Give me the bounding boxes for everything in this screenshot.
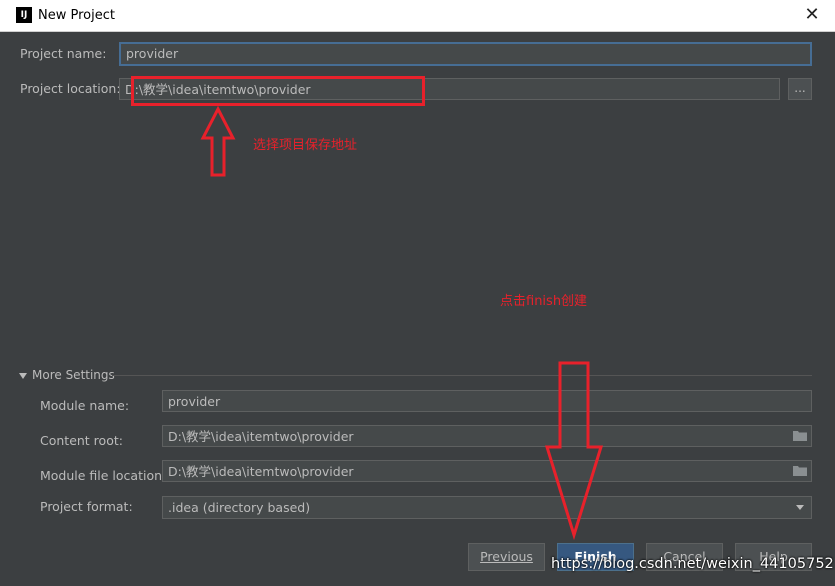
collapse-triangle-icon — [19, 372, 27, 379]
module-file-location-value: D:\教学\idea\itemtwo\provider — [168, 464, 354, 479]
module-file-location-label: Module file location: — [40, 468, 167, 483]
project-format-label: Project format: — [40, 499, 133, 514]
project-name-label: Project name: — [20, 46, 107, 61]
module-file-location-input[interactable]: D:\教学\idea\itemtwo\provider — [162, 460, 812, 482]
project-name-input[interactable]: provider — [119, 42, 812, 66]
content-root-label: Content root: — [40, 433, 123, 448]
folder-icon[interactable] — [793, 465, 807, 476]
previous-label: Previous — [480, 549, 533, 564]
project-location-label: Project location: — [20, 81, 121, 96]
title-bar: IJ New Project ✕ — [0, 0, 835, 32]
annotation-location-note: 选择项目保存地址 — [253, 138, 358, 153]
annotation-finish-note: 点击finish创建 — [500, 294, 588, 309]
browse-location-button[interactable]: ... — [788, 78, 812, 100]
settings-separator — [112, 375, 812, 376]
folder-icon[interactable] — [793, 430, 807, 441]
watermark-url: https://blog.csdn.net/weixin_44105752 — [551, 556, 834, 572]
content-root-value: D:\教学\idea\itemtwo\provider — [168, 429, 354, 444]
project-format-value: .idea (directory based) — [168, 500, 311, 515]
intellij-app-icon: IJ — [16, 7, 32, 23]
close-icon[interactable]: ✕ — [802, 4, 822, 26]
annotation-down-arrow-icon — [544, 361, 604, 540]
chevron-down-icon — [796, 505, 804, 510]
module-name-input[interactable]: provider — [162, 390, 812, 412]
window-title: New Project — [38, 8, 115, 23]
annotation-highlight-box — [131, 76, 425, 106]
annotation-up-arrow-icon — [200, 106, 236, 177]
more-settings-label: More Settings — [32, 368, 115, 382]
project-format-select[interactable]: .idea (directory based) — [162, 496, 812, 519]
module-name-label: Module name: — [40, 398, 130, 413]
more-settings-toggle[interactable]: More Settings — [19, 368, 115, 382]
content-root-input[interactable]: D:\教学\idea\itemtwo\provider — [162, 425, 812, 447]
previous-button[interactable]: Previous — [468, 543, 545, 571]
